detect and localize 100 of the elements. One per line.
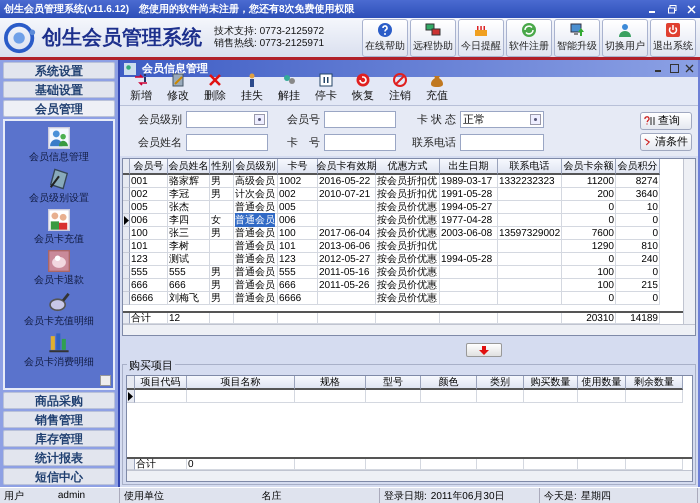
table-cell[interactable]: 张三: [168, 227, 210, 240]
column-header[interactable]: 优惠方式: [376, 159, 440, 175]
table-cell[interactable]: 普通会员: [234, 266, 278, 279]
sidebar-section-button[interactable]: 商品采购: [3, 392, 115, 409]
dropdown-icon[interactable]: [254, 114, 265, 125]
table-cell[interactable]: 按会员折扣优: [376, 240, 440, 253]
table-cell[interactable]: 李冠: [168, 188, 210, 201]
table-cell[interactable]: 普通会员: [234, 214, 278, 227]
table-cell[interactable]: 555: [278, 266, 318, 279]
table-cell[interactable]: 0: [616, 266, 660, 279]
column-header[interactable]: 会员积分: [616, 159, 660, 175]
table-cell[interactable]: 高级会员: [234, 175, 278, 188]
column-header[interactable]: 会员级别: [234, 159, 278, 175]
table-cell[interactable]: 2016-05-22: [318, 175, 376, 188]
table-cell[interactable]: 666: [168, 279, 210, 292]
column-header[interactable]: 性别: [210, 159, 234, 175]
table-cell[interactable]: 1332232323: [498, 175, 562, 188]
table-cell[interactable]: 1290: [562, 240, 616, 253]
table-cell[interactable]: 006: [278, 214, 318, 227]
table-cell[interactable]: [498, 292, 562, 305]
table-cell[interactable]: 0: [616, 214, 660, 227]
sidebar-item[interactable]: 会员卡充值明细: [24, 314, 94, 328]
table-cell[interactable]: 2012-05-27: [318, 253, 376, 266]
table-cell[interactable]: 2003-06-08: [440, 227, 498, 240]
table-cell[interactable]: 男: [210, 188, 234, 201]
table-cell[interactable]: 10: [616, 201, 660, 214]
table-cell[interactable]: 女: [210, 214, 234, 227]
table-cell[interactable]: [210, 253, 234, 266]
table-cell[interactable]: [477, 390, 524, 403]
table-cell[interactable]: 6666: [130, 292, 168, 305]
table-cell[interactable]: 666: [130, 279, 168, 292]
maximize-icon[interactable]: [670, 64, 679, 73]
sidebar-section-button[interactable]: 统计报表: [3, 449, 115, 466]
sidebar-section-button[interactable]: 库存管理: [3, 430, 115, 447]
table-cell[interactable]: [210, 240, 234, 253]
sidebar-item[interactable]: 会员卡消费明细: [24, 355, 94, 369]
header-button[interactable]: 智能升级: [554, 18, 600, 56]
table-cell[interactable]: [295, 390, 366, 403]
table-cell[interactable]: 1002: [278, 175, 318, 188]
table-cell[interactable]: [578, 390, 626, 403]
table-cell[interactable]: [440, 279, 498, 292]
table-cell[interactable]: 骆家辉: [168, 175, 210, 188]
table-cell[interactable]: [187, 390, 295, 403]
table-cell[interactable]: 普通会员: [234, 253, 278, 266]
table-cell[interactable]: 男: [210, 292, 234, 305]
header-button[interactable]: 软件注册: [506, 18, 552, 56]
table-cell[interactable]: 李树: [168, 240, 210, 253]
table-cell[interactable]: 555: [130, 266, 168, 279]
row-header[interactable]: [123, 214, 130, 227]
table-cell[interactable]: 男: [210, 266, 234, 279]
table-cell[interactable]: [440, 292, 498, 305]
table-cell[interactable]: 1989-03-17: [440, 175, 498, 188]
table-cell[interactable]: 普通会员: [234, 240, 278, 253]
column-header[interactable]: 会员姓名: [168, 159, 210, 175]
table-cell[interactable]: 6666: [278, 292, 318, 305]
table-cell[interactable]: 按会员价优惠: [376, 292, 440, 305]
column-header[interactable]: 会员卡余额: [562, 159, 616, 175]
table-cell[interactable]: [440, 266, 498, 279]
vertical-scrollbar[interactable]: [683, 159, 695, 324]
table-cell[interactable]: 0: [562, 253, 616, 266]
table-cell[interactable]: [498, 279, 562, 292]
table-cell[interactable]: 123: [278, 253, 318, 266]
table-cell[interactable]: 按会员价优惠: [376, 266, 440, 279]
table-cell[interactable]: [498, 240, 562, 253]
table-cell[interactable]: [210, 201, 234, 214]
header-button[interactable]: 退出系统: [650, 18, 696, 56]
input-field[interactable]: [186, 134, 268, 151]
sidebar-section-button[interactable]: 短信中心: [3, 468, 115, 485]
table-cell[interactable]: 0: [616, 292, 660, 305]
table-cell[interactable]: 100: [562, 266, 616, 279]
sidebar-section-button[interactable]: 基础设置: [3, 81, 115, 98]
header-button[interactable]: 切换用户: [602, 18, 648, 56]
table-cell[interactable]: 3640: [616, 188, 660, 201]
table-cell[interactable]: 按会员价优惠: [376, 214, 440, 227]
table-cell[interactable]: [498, 266, 562, 279]
toolbar-button[interactable]: 恢复: [346, 72, 380, 103]
table-cell[interactable]: 0: [562, 292, 616, 305]
table-cell[interactable]: 普通会员: [234, 227, 278, 240]
table-cell[interactable]: [626, 390, 683, 403]
table-cell[interactable]: [498, 188, 562, 201]
table-cell[interactable]: 101: [130, 240, 168, 253]
column-header[interactable]: 剩余数量: [626, 376, 683, 390]
table-cell[interactable]: 11200: [562, 175, 616, 188]
sidebar-item[interactable]: 会员卡退款: [34, 273, 84, 287]
table-cell[interactable]: [135, 390, 187, 403]
table-cell[interactable]: 按会员价优惠: [376, 227, 440, 240]
table-cell[interactable]: 2010-07-21: [318, 188, 376, 201]
table-cell[interactable]: 按会员价优惠: [376, 201, 440, 214]
row-header[interactable]: [127, 390, 135, 403]
table-cell[interactable]: 1977-04-28: [440, 214, 498, 227]
table-cell[interactable]: 0: [562, 214, 616, 227]
table-cell[interactable]: 0: [616, 227, 660, 240]
table-cell[interactable]: 男: [210, 279, 234, 292]
table-cell[interactable]: 005: [130, 201, 168, 214]
horizontal-scrollbar[interactable]: [127, 470, 692, 481]
table-cell[interactable]: 刘梅飞: [168, 292, 210, 305]
table-cell[interactable]: [524, 390, 578, 403]
table-cell[interactable]: 按会员价优惠: [376, 253, 440, 266]
table-cell[interactable]: 810: [616, 240, 660, 253]
select-field[interactable]: [186, 111, 268, 128]
